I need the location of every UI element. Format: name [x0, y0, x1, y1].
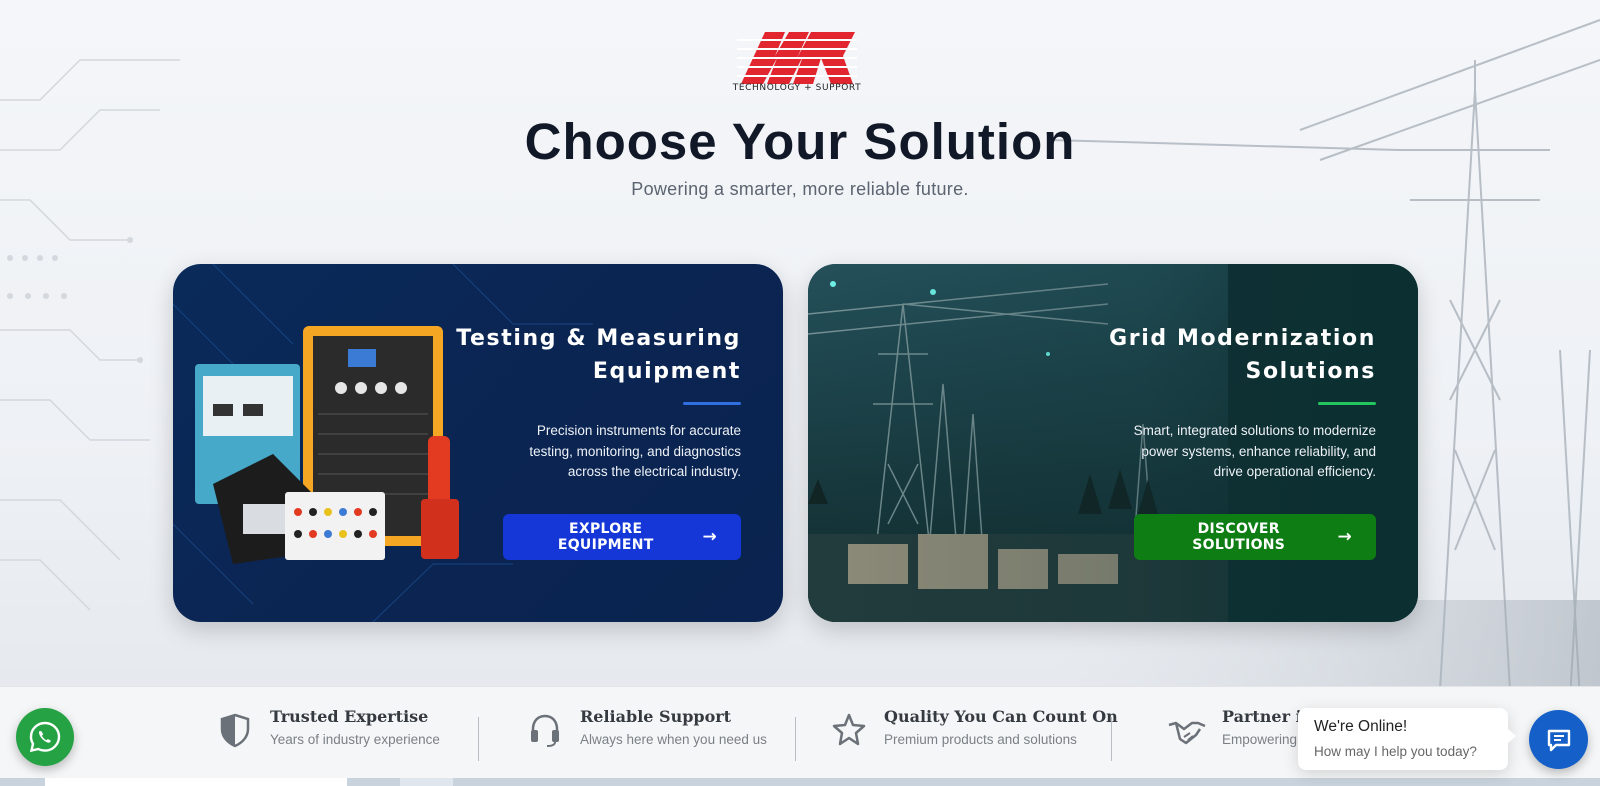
card-title-line1: Testing & Measuring	[456, 326, 741, 351]
testing-equipment-card[interactable]: Testing & Measuring Equipment Precision …	[173, 264, 783, 622]
headset-icon	[531, 714, 559, 747]
whatsapp-icon	[29, 721, 61, 753]
feature-divider	[478, 717, 479, 761]
arrow-right-icon: →	[1337, 527, 1352, 547]
feature-subtitle: Years of industry experience	[270, 732, 440, 747]
card-title-line1: Grid Modernization	[1109, 326, 1376, 351]
feature-quality: Quality You Can Count On Premium product…	[828, 707, 1118, 755]
chat-greeting-title: We're Online!	[1314, 718, 1408, 735]
feature-subtitle: Premium products and solutions	[884, 732, 1077, 747]
feature-subtitle: Always here when you need us	[580, 732, 767, 747]
handshake-icon	[1168, 721, 1206, 745]
button-label: EXPLORE EQUIPMENT	[557, 521, 654, 553]
chat-greeting-popup[interactable]: We're Online! How may I help you today?	[1298, 708, 1516, 770]
arrow-right-icon: →	[702, 527, 717, 547]
feature-title: Quality You Can Count On	[884, 707, 1118, 726]
title-accent-rule	[683, 402, 741, 405]
feature-trusted-expertise: Trusted Expertise Years of industry expe…	[214, 707, 440, 755]
chat-greeting-subtitle: How may I help you today?	[1314, 744, 1477, 759]
feature-title: Trusted Expertise	[270, 707, 429, 726]
feature-divider	[1111, 717, 1112, 761]
title-accent-rule	[1318, 402, 1376, 405]
discover-solutions-button[interactable]: DISCOVER SOLUTIONS →	[1134, 514, 1376, 560]
card-description: Precision instruments for accurate testi…	[529, 423, 741, 479]
page-subtitle: Powering a smarter, more reliable future…	[631, 179, 969, 199]
star-icon	[832, 713, 866, 746]
live-chat-button[interactable]	[1529, 710, 1588, 769]
button-label: DISCOVER SOLUTIONS	[1192, 521, 1286, 553]
feature-reliable-support: Reliable Support Always here when you ne…	[524, 707, 767, 755]
whatsapp-button[interactable]	[16, 708, 74, 766]
chat-bubble-icon	[1547, 729, 1570, 751]
card-title-line2: Solutions	[1245, 359, 1376, 384]
feature-partner: Partner in Empowering	[1166, 707, 1313, 755]
shield-icon	[220, 713, 250, 748]
logo-tagline: TECHNOLOGY + SUPPORT	[732, 83, 862, 93]
explore-equipment-button[interactable]: EXPLORE EQUIPMENT →	[503, 514, 741, 560]
page-title: Choose Your Solution	[524, 113, 1076, 170]
bottom-content-strip	[0, 778, 1600, 786]
grid-modernization-card[interactable]: Grid Modernization Solutions Smart, inte…	[808, 264, 1418, 622]
card-description: Smart, integrated solutions to modernize…	[1133, 423, 1376, 479]
feature-title: Reliable Support	[580, 707, 732, 726]
feature-divider	[795, 717, 796, 761]
card-title-line2: Equipment	[592, 359, 741, 384]
